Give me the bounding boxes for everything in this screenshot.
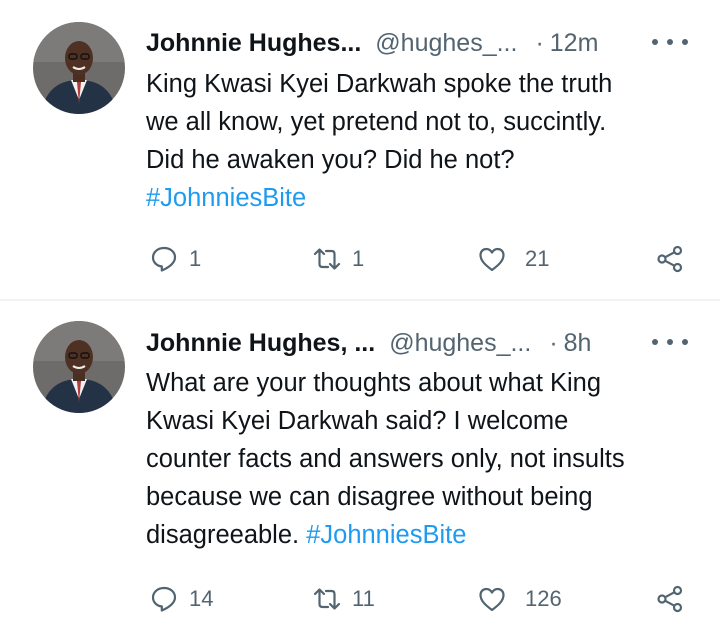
tweet-text-line: disagreeable.	[146, 521, 307, 549]
share-icon	[657, 585, 683, 613]
author-handle[interactable]: @hughes_...	[389, 329, 531, 358]
like-button[interactable]: 21	[477, 244, 549, 274]
retweet-icon	[313, 248, 341, 270]
tweet-text-line: Kwasi Kyei Darkwah said? I welcome	[146, 407, 569, 435]
timestamp[interactable]: 8h	[564, 329, 592, 358]
share-icon	[657, 245, 683, 273]
reply-count: 14	[189, 586, 214, 611]
reply-icon	[151, 246, 177, 272]
separator-dot: ·	[535, 28, 544, 57]
like-button[interactable]: 126	[477, 584, 562, 614]
author-name[interactable]: Johnnie Hughes, ...	[146, 329, 375, 358]
avatar[interactable]	[33, 22, 125, 114]
tweet-text-line: King Kwasi Kyei Darkwah spoke the truth	[146, 70, 613, 98]
dot	[652, 339, 658, 345]
hashtag-link[interactable]: #JohnniesBite	[146, 184, 306, 212]
retweet-button[interactable]: 11	[312, 584, 375, 614]
avatar[interactable]	[33, 321, 125, 413]
dot	[682, 39, 688, 45]
reply-button[interactable]: 1	[149, 244, 201, 274]
tweet-text-line: because we can disagree without being	[146, 483, 593, 511]
like-count: 21	[525, 246, 550, 271]
share-button[interactable]	[655, 584, 685, 614]
reply-button[interactable]: 14	[149, 584, 213, 614]
retweet-count: 11	[352, 586, 375, 611]
timestamp[interactable]: 12m	[550, 29, 599, 58]
tweet-text-line: What are your thoughts about what King	[146, 369, 602, 397]
tweet-header: Johnnie Hughes, ... @hughes_... · 8h	[146, 328, 591, 358]
avatar-photo	[33, 321, 125, 413]
dot	[682, 339, 688, 345]
more-options-icon[interactable]	[652, 336, 688, 348]
tweet-header: Johnnie Hughes... @hughes_... · 12m	[146, 28, 598, 58]
avatar-photo	[33, 22, 125, 114]
dot	[667, 339, 673, 345]
retweet-count: 1	[352, 246, 365, 271]
dot	[667, 39, 673, 45]
like-count: 126	[525, 586, 562, 611]
author-handle[interactable]: @hughes_...	[375, 29, 517, 58]
tweet-text-line: we all know, yet pretend not to, succint…	[146, 108, 607, 136]
author-name[interactable]: Johnnie Hughes...	[146, 29, 361, 58]
retweet-icon	[313, 588, 341, 610]
heart-icon	[479, 587, 505, 612]
dot	[652, 39, 658, 45]
tweet-text-line: counter facts and answers only, not insu…	[146, 445, 625, 473]
tweet-text-line: Did he awaken you? Did he not?	[146, 146, 515, 174]
share-button[interactable]	[655, 244, 685, 274]
separator-dot: ·	[549, 328, 558, 357]
retweet-button[interactable]: 1	[312, 244, 364, 274]
reply-count: 1	[189, 246, 202, 271]
tweet-text: King Kwasi Kyei Darkwah spoke the truth …	[146, 65, 706, 217]
tweet-card[interactable]: Johnnie Hughes... @hughes_... · 12m King…	[0, 0, 720, 300]
tweet-text: What are your thoughts about what King K…	[146, 364, 706, 554]
hashtag-link[interactable]: #JohnniesBite	[306, 521, 466, 549]
tweet-card[interactable]: Johnnie Hughes, ... @hughes_... · 8h Wha…	[0, 301, 720, 626]
more-options-icon[interactable]	[652, 36, 688, 48]
reply-icon	[151, 586, 177, 612]
heart-icon	[479, 247, 505, 272]
